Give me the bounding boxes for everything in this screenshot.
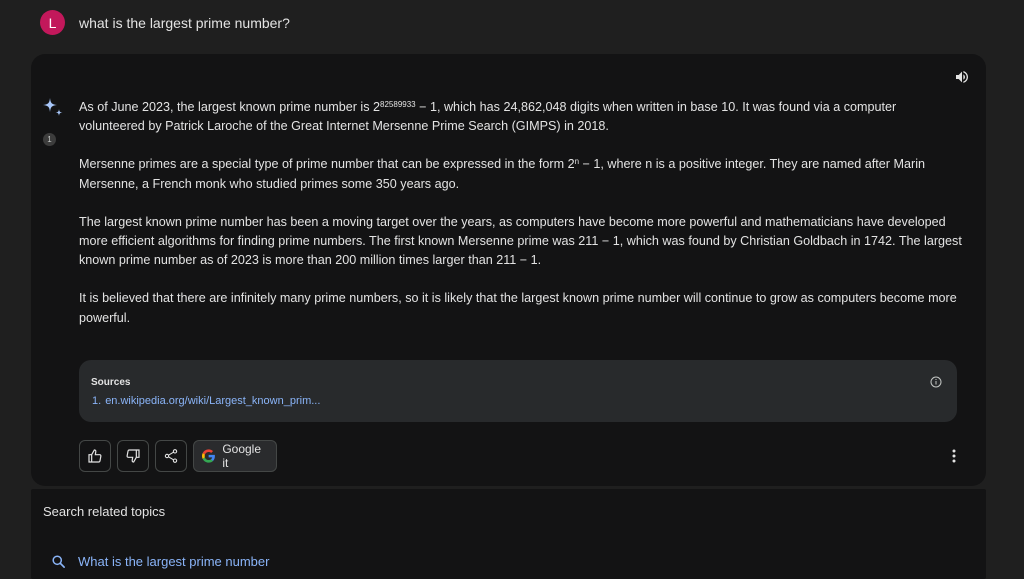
thumbs-up-button[interactable]: [79, 440, 111, 472]
google-it-button[interactable]: Google it: [193, 440, 277, 472]
related-topic-label: What is the largest prime number: [78, 554, 270, 569]
google-it-label: Google it: [222, 442, 262, 470]
sources-panel: Sources 1. en.wikipedia.org/wiki/Largest_…: [79, 360, 957, 422]
source-number: 1.: [92, 395, 102, 407]
google-logo-icon: [202, 449, 215, 463]
thumbs-down-button[interactable]: [117, 440, 149, 472]
user-avatar[interactable]: L: [40, 10, 65, 35]
search-icon: [52, 555, 65, 568]
query-text: what is the largest prime number?: [79, 14, 290, 31]
source-link[interactable]: en.wikipedia.org/wiki/Largest_known_prim…: [105, 395, 320, 407]
response-card: 1 As of June 2023, the largest known pri…: [31, 54, 986, 486]
related-topics-header: Search related topics: [43, 504, 166, 519]
thumbs-down-icon: [126, 449, 140, 463]
answer-paragraph: Mersenne primes are a special type of pr…: [79, 157, 925, 191]
sources-title: Sources: [91, 377, 131, 388]
thumbs-up-icon: [88, 449, 102, 463]
answer-paragraph: As of June 2023, the largest known prime…: [79, 100, 897, 134]
draft-badge[interactable]: 1: [43, 133, 56, 146]
response-actions: Google it: [79, 440, 277, 472]
answer-paragraph: The largest known prime number has been …: [79, 214, 962, 268]
user-query: L what is the largest prime number?: [40, 10, 290, 35]
sources-list: 1. en.wikipedia.org/wiki/Largest_known_pr…: [92, 395, 320, 407]
sparkle-icon: [41, 96, 65, 120]
more-vert-icon[interactable]: [944, 446, 964, 466]
answer-paragraph: It is believed that there are infinitely…: [79, 291, 957, 325]
related-topics-panel: Search related topics What is the larges…: [31, 489, 986, 579]
related-topic-item[interactable]: What is the largest prime number: [51, 554, 269, 569]
info-icon[interactable]: [930, 375, 942, 388]
speaker-icon[interactable]: [952, 67, 972, 87]
share-button[interactable]: [155, 440, 187, 472]
share-icon: [164, 449, 178, 463]
answer-text: As of June 2023, the largest known prime…: [79, 98, 964, 347]
